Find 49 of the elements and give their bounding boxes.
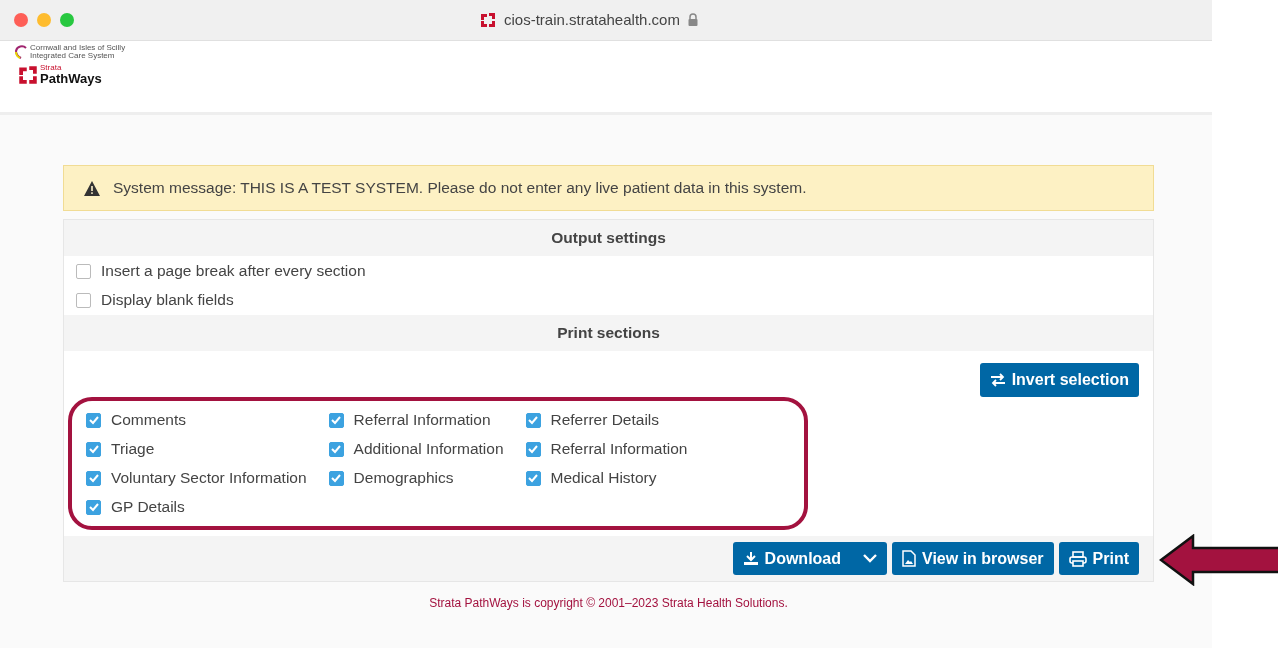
minimize-window-dot[interactable] — [37, 13, 51, 27]
checkbox[interactable] — [525, 412, 541, 428]
checkbox-label: Triage — [111, 440, 155, 458]
checkbox-label: Additional Information — [353, 440, 504, 458]
invert-selection-button[interactable]: Invert selection — [979, 363, 1139, 397]
checkbox[interactable] — [86, 499, 101, 515]
checkbox[interactable] — [328, 441, 344, 457]
checkbox-label: Demographics — [353, 469, 454, 487]
checkbox[interactable] — [525, 441, 541, 457]
checkbox-label: Insert a page break after every section — [101, 262, 366, 280]
section-header: Output settings — [64, 220, 1153, 256]
url-text[interactable]: cios-train.stratahealth.com — [504, 11, 680, 28]
logo-icon — [480, 11, 496, 28]
checkbox-label: Comments — [111, 411, 186, 429]
checkbox[interactable] — [86, 441, 101, 457]
lock-icon — [687, 13, 698, 26]
close-window-dot[interactable] — [14, 13, 28, 27]
print-button[interactable]: Print — [1058, 542, 1139, 575]
checkbox[interactable] — [86, 470, 101, 486]
checkbox-label: GP Details — [111, 498, 185, 516]
image-file-icon — [902, 550, 916, 567]
checkbox[interactable] — [328, 470, 344, 486]
org-logo-text: Integrated Care System — [30, 52, 115, 60]
swap-arrows-icon — [989, 373, 1006, 387]
maximize-window-dot[interactable] — [60, 13, 74, 27]
checkbox-label: Display blank fields — [101, 291, 234, 309]
copyright-text: Strata PathWays is copyright © 2001–2023 Strata Health Solutions. — [428, 596, 789, 610]
checkbox-label: Referral Information — [550, 440, 688, 458]
checkbox[interactable] — [86, 412, 101, 428]
checkbox[interactable] — [76, 263, 91, 279]
brand-logo-icon — [18, 64, 38, 85]
checkbox[interactable] — [525, 470, 541, 486]
checkbox-label: Voluntary Sector Information — [111, 469, 307, 487]
org-logo-text: Cornwall and Isles of Scilly — [30, 44, 126, 52]
caret-icon — [863, 554, 877, 563]
checkbox-label: Referrer Details — [550, 411, 660, 429]
section-header: Print sections — [64, 315, 1153, 351]
printer-icon — [1068, 550, 1087, 567]
download-button[interactable]: Download — [732, 542, 887, 575]
warning-icon — [84, 180, 100, 196]
brand-name: PathWays — [40, 72, 102, 85]
brand-small-text: Strata — [40, 64, 63, 72]
checkbox-label: Referral Information — [353, 411, 491, 429]
system-message-text: System message: THIS IS A TEST SYSTEM. Please do not enter any live patient data in this system. — [113, 179, 807, 197]
checkbox[interactable] — [76, 292, 91, 308]
view-in-browser-button[interactable]: View in browser — [892, 542, 1054, 575]
download-icon — [742, 551, 759, 566]
checkbox[interactable] — [328, 412, 344, 428]
checkbox-label: Medical History — [550, 469, 657, 487]
